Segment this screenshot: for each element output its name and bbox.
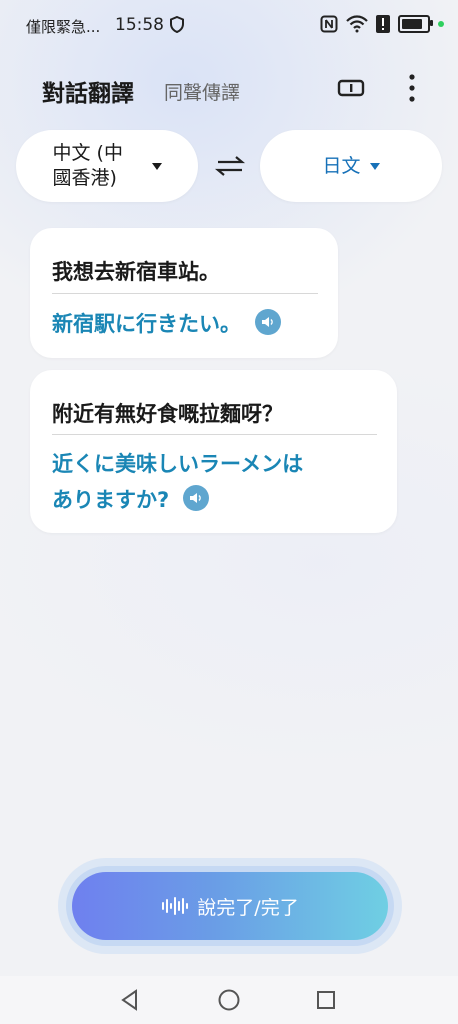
source-text: 附近有無好食嘅拉麵呀？ (52, 402, 283, 426)
nfc-icon (320, 15, 338, 33)
more-vert-icon[interactable] (392, 68, 432, 108)
carrier-label: 僅限緊急... (26, 18, 101, 36)
translation-line: 新宿駅に行きたい。 (52, 312, 241, 336)
tab-simultaneous[interactable]: 同聲傳譯 (164, 78, 240, 105)
voice-wave-icon (161, 895, 189, 917)
conversation-card: 我想去新宿車站。 新宿駅に行きたい。 (30, 228, 338, 358)
back-icon[interactable] (118, 988, 142, 1012)
target-language-label: 日文 (322, 154, 361, 177)
speaker-icon[interactable] (255, 309, 281, 335)
speaker-icon[interactable] (183, 485, 210, 511)
split-screen-icon[interactable] (331, 68, 371, 108)
finish-speaking-label: 說完了/完了 (197, 896, 299, 919)
navigation-bar (0, 976, 458, 1024)
translation-line: 近くに美味しいラーメンは (52, 452, 304, 476)
dropdown-arrow-icon (151, 162, 162, 170)
wifi-icon (346, 15, 368, 33)
dropdown-arrow-icon (369, 162, 380, 170)
app-header: 對話翻譯 同聲傳譯 (0, 64, 458, 114)
recents-icon[interactable] (314, 988, 338, 1012)
battery-icon (398, 15, 433, 33)
translation-text: 新宿駅に行きたい。 (52, 306, 281, 342)
alert-icon (376, 15, 390, 33)
status-bar: 僅限緊急... 15:58 (0, 0, 458, 52)
page-title: 對話翻譯 (42, 81, 134, 107)
translation-text: 近くに美味しいラーメンは ありますか? (52, 446, 303, 518)
source-text: 我想去新宿車站。 (52, 260, 220, 284)
source-language-label: 中文 (中國香港) (52, 142, 123, 189)
divider (52, 293, 318, 294)
swap-icon[interactable] (214, 152, 246, 180)
finish-speaking-button[interactable]: 說完了/完了 (72, 872, 388, 940)
conversation-card: 附近有無好食嘅拉麵呀？ 近くに美味しいラーメンは ありますか? (30, 370, 397, 533)
shield-icon (170, 15, 184, 37)
home-icon[interactable] (217, 988, 241, 1012)
notification-dot-icon (438, 21, 444, 27)
clock: 15:58 (115, 15, 164, 35)
divider (52, 434, 377, 435)
target-language-selector[interactable]: 日文 (260, 130, 442, 202)
translation-line: ありますか? (52, 488, 170, 512)
source-language-selector[interactable]: 中文 (中國香港) (16, 130, 198, 202)
